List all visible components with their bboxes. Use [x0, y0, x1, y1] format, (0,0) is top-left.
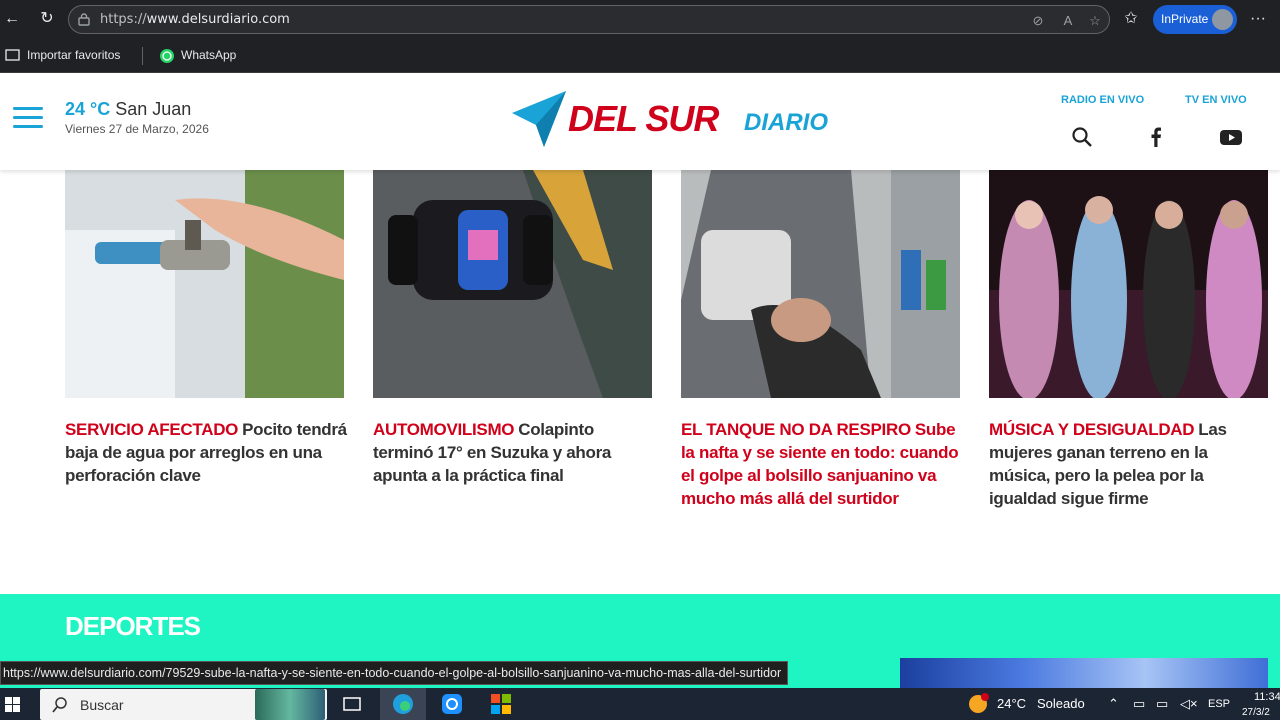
- radio-live-link[interactable]: RADIO EN VIVO: [1061, 94, 1144, 106]
- article-headline[interactable]: SERVICIO AFECTADO Pocito tendrá baja de a…: [65, 418, 347, 487]
- article-headline[interactable]: MÚSICA Y DESIGUALDAD Las mujeres ganan te…: [989, 418, 1271, 510]
- youtube-icon[interactable]: [1219, 125, 1243, 149]
- tracking-prevention-icon[interactable]: ⊘: [1029, 12, 1047, 30]
- search-icon: [52, 697, 67, 713]
- facebook-icon[interactable]: [1144, 125, 1168, 149]
- import-icon: [5, 49, 20, 61]
- inprivate-badge[interactable]: InPrivate: [1153, 5, 1237, 34]
- read-aloud-icon[interactable]: A: [1059, 12, 1077, 30]
- url-text: https://www.delsurdiario.com: [100, 12, 290, 27]
- whatsapp-icon: [160, 49, 174, 63]
- import-favorites-link[interactable]: Importar favoritos: [27, 48, 120, 62]
- display-icon[interactable]: ▭: [1156, 696, 1168, 712]
- site-header: 24 °C San Juan Viernes 27 de Marzo, 2026…: [0, 73, 1280, 170]
- weather-text[interactable]: Soleado: [1037, 696, 1085, 711]
- language-indicator[interactable]: ESP: [1208, 698, 1230, 710]
- section-title[interactable]: DEPORTES: [65, 611, 201, 642]
- refresh-icon[interactable]: ↻: [37, 9, 57, 29]
- tv-live-link[interactable]: TV EN VIVO: [1185, 94, 1247, 106]
- article-image-music[interactable]: [989, 170, 1268, 398]
- chevron-up-icon[interactable]: ⌃: [1108, 696, 1119, 712]
- app-icon[interactable]: [441, 693, 463, 715]
- favorite-star-icon[interactable]: ☆: [1086, 12, 1104, 30]
- favorites-icon[interactable]: ✩: [1121, 9, 1141, 29]
- article-headline[interactable]: EL TANQUE NO DA RESPIRO Sube la nafta y s…: [681, 418, 963, 510]
- windows-start-icon[interactable]: [5, 697, 27, 719]
- article-headline[interactable]: AUTOMOVILISMO Colapinto terminó 17° en Su…: [373, 418, 655, 487]
- whatsapp-link[interactable]: WhatsApp: [181, 48, 236, 62]
- back-icon[interactable]: ←: [2, 9, 22, 29]
- edge-icon: [393, 694, 413, 714]
- weather-widget: 24 °C San Juan: [65, 99, 192, 119]
- search-icon[interactable]: [1070, 125, 1094, 149]
- taskbar: Buscar 24°C Soleado ⌃ ▭ ▭ ◁× ESP 11:34 2…: [0, 688, 1280, 720]
- network-icon[interactable]: ▭: [1133, 696, 1145, 712]
- clock-date[interactable]: 27/3/2: [1242, 707, 1270, 718]
- lock-icon: [78, 13, 90, 26]
- edge-taskbar-item[interactable]: [380, 688, 426, 720]
- address-bar[interactable]: https://www.delsurdiario.com ⊘ A ☆: [68, 5, 1110, 34]
- volume-muted-icon[interactable]: ◁×: [1180, 696, 1198, 712]
- store-icon[interactable]: [490, 693, 512, 715]
- article-image-fuel[interactable]: [681, 170, 960, 398]
- clock-time[interactable]: 11:34: [1254, 691, 1280, 703]
- favorites-bar: Importar favoritos WhatsApp: [0, 38, 1280, 73]
- site-logo[interactable]: DEL SUR DIARIO: [510, 87, 835, 149]
- profile-avatar: [1212, 9, 1233, 30]
- task-view-icon[interactable]: [341, 693, 363, 715]
- weather-temp[interactable]: 24°C: [997, 696, 1026, 711]
- more-menu-icon[interactable]: ···: [1248, 9, 1268, 29]
- link-status-bar: https://www.delsurdiario.com/79529-sube-…: [0, 661, 789, 685]
- browser-toolbar: ← ↻ https://www.delsurdiario.com ⊘ A ☆ ✩…: [0, 0, 1280, 38]
- divider: [142, 47, 143, 65]
- current-date: Viernes 27 de Marzo, 2026: [65, 122, 209, 136]
- article-image-water[interactable]: [65, 170, 344, 398]
- taskbar-search[interactable]: Buscar: [40, 689, 327, 720]
- section-image-strip[interactable]: [900, 658, 1268, 688]
- weather-sun-icon[interactable]: [967, 693, 989, 715]
- menu-icon[interactable]: [13, 107, 43, 129]
- logo-arrow-icon: [512, 91, 566, 147]
- article-image-f1[interactable]: [373, 170, 652, 398]
- search-highlight-image: [255, 689, 325, 720]
